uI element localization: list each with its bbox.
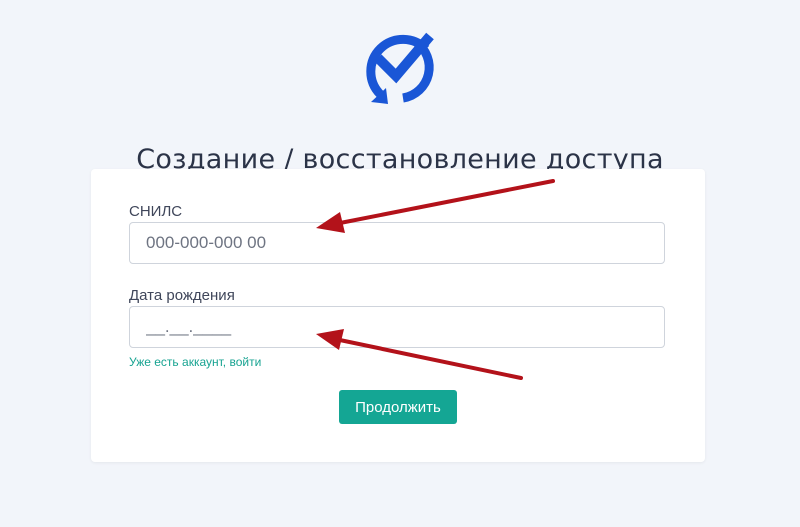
birth-date-input[interactable] [129,306,665,348]
login-link[interactable]: Уже есть аккаунт, войти [129,355,261,369]
refresh-check-logo-icon [366,32,434,104]
snils-input[interactable] [129,222,665,264]
snils-label: СНИЛС [129,203,183,220]
access-form-card: СНИЛС Дата рождения Уже есть аккаунт, во… [91,169,705,462]
birth-date-label: Дата рождения [129,287,235,304]
continue-button[interactable]: Продолжить [339,390,457,424]
